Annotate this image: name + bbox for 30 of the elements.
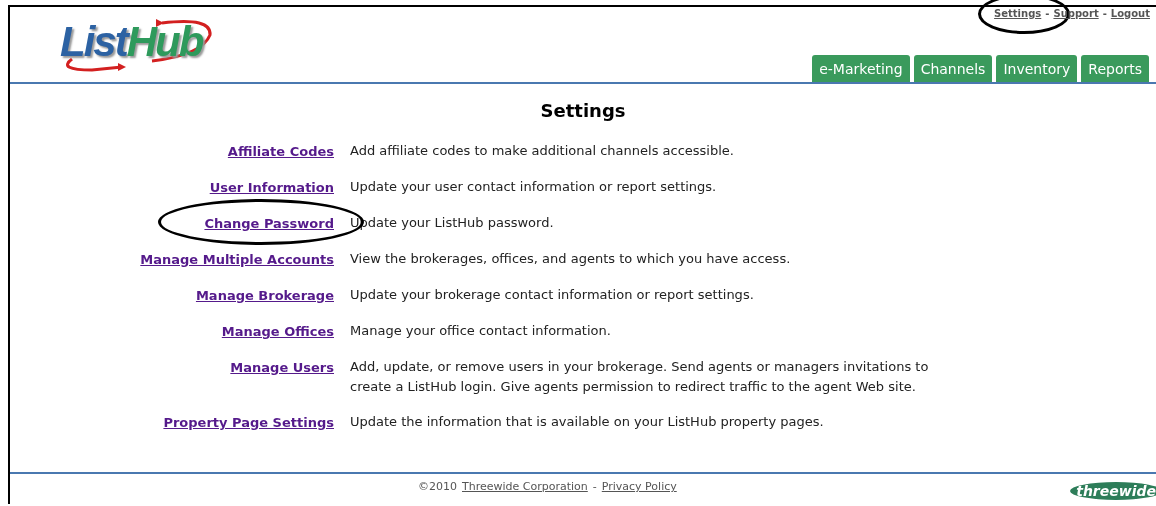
- nav-tab[interactable]: e-Marketing: [812, 55, 910, 82]
- description: Manage your office contact information.: [350, 322, 612, 340]
- description: Update the information that is available on your ListHub property pages.: [350, 413, 825, 431]
- nav-link[interactable]: Settings: [994, 8, 1042, 19]
- nav-tab[interactable]: Reports: [1081, 55, 1149, 82]
- description: Update your brokerage contact information or report settings.: [350, 286, 755, 304]
- description: Add, update, or remove users in your brokerage. Send agents or managers invitations to create a ListHub login. Give agents permission to redirect traffic to the agent Web site.: [350, 358, 930, 396]
- description: View the brokerages, offices, and agents to which you have access.: [350, 250, 792, 268]
- separator: -: [1045, 8, 1050, 19]
- option-link[interactable]: Change Password: [204, 216, 334, 231]
- option-link[interactable]: Manage Offices: [221, 324, 334, 339]
- logo: ListHub: [52, 15, 222, 69]
- option-link[interactable]: Manage Users: [230, 360, 334, 375]
- option-link[interactable]: Manage Multiple Accounts: [140, 252, 334, 267]
- page-title: Settings: [539, 100, 627, 121]
- description: Add affiliate codes to make additional channels accessible.: [350, 142, 735, 160]
- option-link[interactable]: Property Page Settings: [163, 415, 334, 430]
- footer-text: -: [592, 480, 597, 493]
- nav-tab[interactable]: Channels: [913, 55, 993, 82]
- footer-link[interactable]: Threewide Corporation: [462, 480, 588, 493]
- option-link[interactable]: Affiliate Codes: [227, 144, 334, 159]
- nav-link[interactable]: Logout: [1110, 8, 1150, 19]
- footer-link[interactable]: Privacy Policy: [601, 480, 677, 493]
- footer-text: ©2010: [418, 480, 457, 493]
- footer-logo: threewide: [1070, 482, 1156, 500]
- option-link[interactable]: Manage Brokerage: [195, 288, 334, 303]
- option-link[interactable]: User Information: [209, 180, 334, 195]
- nav-tab[interactable]: Inventory: [996, 55, 1078, 82]
- description: Update your user contact information or report settings.: [350, 178, 718, 196]
- separator: -: [1102, 8, 1107, 19]
